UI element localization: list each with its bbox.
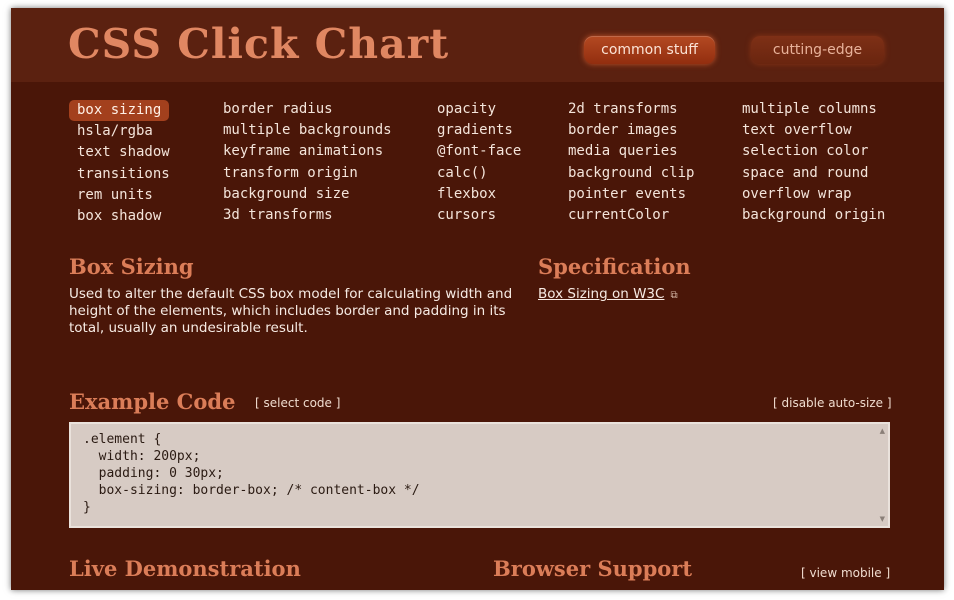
property-item[interactable]: space and round [734, 163, 893, 184]
view-mobile-link[interactable]: [ view mobile ] [801, 566, 890, 580]
select-code-link[interactable]: [ select code ] [255, 396, 340, 410]
common-stuff-button[interactable]: common stuff [584, 36, 715, 64]
property-item[interactable]: box shadow [69, 206, 178, 227]
property-item[interactable]: media queries [560, 141, 702, 162]
example-code-heading: Example Code [69, 389, 236, 414]
property-column-4: 2d transforms border images media querie… [560, 99, 702, 226]
cutting-edge-button[interactable]: cutting-edge [751, 36, 884, 64]
property-description: Used to alter the default CSS box model … [69, 286, 513, 336]
property-item[interactable]: multiple columns [734, 99, 893, 120]
disable-autosize-link[interactable]: [ disable auto-size ] [773, 396, 892, 410]
property-item[interactable]: 2d transforms [560, 99, 702, 120]
property-column-3: opacity gradients @font-face calc() flex… [429, 99, 529, 226]
property-item[interactable]: rem units [69, 185, 178, 206]
property-item[interactable]: transform origin [215, 163, 400, 184]
browser-support-heading: Browser Support [493, 556, 693, 581]
property-item[interactable]: overflow wrap [734, 184, 893, 205]
code-textarea[interactable]: .element { width: 200px; padding: 0 30px… [69, 422, 890, 528]
property-item[interactable]: multiple backgrounds [215, 120, 400, 141]
property-heading: Box Sizing [69, 254, 194, 279]
spec-link-label: Box Sizing on W3C [538, 286, 665, 302]
property-item[interactable]: border images [560, 120, 702, 141]
live-demo-heading: Live Demonstration [69, 556, 301, 581]
property-item[interactable]: @font-face [429, 141, 529, 162]
property-item[interactable]: 3d transforms [215, 205, 400, 226]
property-column-2: border radius multiple backgrounds keyfr… [215, 99, 400, 226]
property-item[interactable]: keyframe animations [215, 141, 400, 162]
page-title: CSS Click Chart [68, 20, 450, 68]
external-link-icon: ⧉ [670, 290, 678, 301]
property-item[interactable]: currentColor [560, 205, 702, 226]
property-item[interactable]: cursors [429, 205, 529, 226]
property-column-5: multiple columns text overflow selection… [734, 99, 893, 226]
property-item[interactable]: border radius [215, 99, 400, 120]
scroll-up-arrow-icon[interactable]: ▲ [880, 427, 885, 435]
app-frame: CSS Click Chart common stuff cutting-edg… [11, 8, 944, 590]
property-item[interactable]: background origin [734, 205, 893, 226]
property-item[interactable]: opacity [429, 99, 529, 120]
property-item[interactable]: hsla/rgba [69, 121, 178, 142]
code-content: .element { width: 200px; padding: 0 30px… [83, 432, 420, 515]
property-item[interactable]: pointer events [560, 184, 702, 205]
property-item[interactable]: text shadow [69, 142, 178, 163]
spec-link[interactable]: Box Sizing on W3C ⧉ [538, 286, 678, 302]
header-bar: CSS Click Chart common stuff cutting-edg… [11, 8, 944, 82]
property-item[interactable]: flexbox [429, 184, 529, 205]
property-item[interactable]: transitions [69, 164, 178, 185]
specification-heading: Specification [538, 254, 691, 279]
property-box-sizing[interactable]: box sizing [69, 100, 170, 122]
property-item[interactable]: background clip [560, 163, 702, 184]
property-column-1: box sizing hsla/rgba text shadow transit… [69, 99, 178, 227]
scroll-down-arrow-icon[interactable]: ▼ [880, 515, 885, 523]
property-item[interactable]: background size [215, 184, 400, 205]
property-item[interactable]: text overflow [734, 120, 893, 141]
property-item[interactable]: gradients [429, 120, 529, 141]
property-item[interactable]: calc() [429, 163, 529, 184]
property-item[interactable]: selection color [734, 141, 893, 162]
